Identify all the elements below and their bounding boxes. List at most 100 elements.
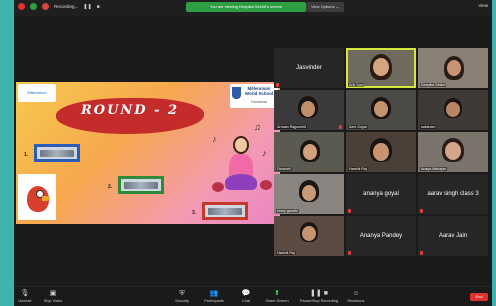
muted-icon [420,209,423,213]
muted-icon [276,83,279,87]
participant-name: Divanshi [276,167,292,171]
unmute-button[interactable]: 🎙 Unmute [16,289,34,303]
microphone-muted-icon: 🎙 [20,290,30,297]
participant-tile[interactable]: Jasvinder [274,48,344,88]
participant-name: Deepika Sekhri [420,83,447,87]
participant-tile[interactable]: Kriti Soni [346,48,416,88]
bird-beak [42,196,50,201]
reactions-button[interactable]: ☺ Reactions [344,289,368,303]
unmute-label: Unmute [18,299,32,303]
participant-name: shrey gandhi [276,209,299,213]
pause-recording-label: Pause/Stop Recording [300,299,338,303]
stop-icon[interactable]: ■ [97,4,100,10]
muted-icon [420,251,423,255]
shared-screen: Millennium Millennium World School Farid… [16,82,280,224]
flute-icon [208,207,242,215]
reactions-label: Reactions [347,299,365,303]
end-button[interactable]: End [470,293,488,301]
stop-video-button[interactable]: ▣ Stop Video [40,289,66,303]
question-image-3 [202,202,248,220]
participants-label: Participants [204,299,224,303]
girl-skirt [225,174,257,190]
question-number-1: 1. [24,152,29,158]
participant-face [302,185,316,201]
participant-face [374,101,388,117]
viewing-banner: You are viewing Deepika Sekhri's screen [186,2,306,12]
pause-recording-button[interactable]: ❚❚ ■ Pause/Stop Recording [296,289,342,303]
share-screen-label: Share Screen [265,299,289,303]
participant-name: Ananya Pandey [359,233,403,239]
music-note-icon: ♪ [212,134,217,144]
bottom-toolbar: 🎙 Unmute ▣ Stop Video ⛨ Security 👥 Parti… [14,286,492,306]
round-title: ROUND - 2 [80,103,180,118]
top-bar: Recording... ❚❚ ■ You are viewing Deepik… [14,0,492,16]
question-number-3: 3. [192,210,197,216]
share-screen-button[interactable]: ⬆ Share Screen [262,289,292,303]
pause-stop-icon: ❚❚ ■ [310,290,328,297]
question-image-1 [34,144,80,162]
participant-face [302,226,316,241]
zoom-window: Recording... ❚❚ ■ You are viewing Deepik… [14,0,492,306]
participant-tile[interactable]: Aarav Jain [418,216,488,256]
chat-label: Chat [241,299,251,303]
participant-name: Harshit Raj [348,167,368,171]
reactions-icon: ☺ [352,290,360,297]
participant-name: saksham [420,125,437,129]
chat-button[interactable]: 💬 Chat [238,289,254,303]
participants-button[interactable]: 👥 Participants [200,289,228,303]
participant-tile[interactable]: aarav singh class 3 [418,174,488,214]
participant-name: Anaya Mahajan [420,167,447,171]
participants-icon: 👥 [209,290,219,297]
participant-name: Azm Goyal [348,125,368,129]
school-name: Millennium World School [244,86,274,96]
participant-tile[interactable]: Harshit Raj [274,216,344,256]
participant-face [373,143,389,161]
small-bird-icon [260,180,272,190]
share-screen-icon: ⬆ [274,290,280,297]
security-button[interactable]: ⛨ Security [172,289,192,303]
bird-illustration [18,174,56,220]
muted-icon [339,125,342,129]
music-note-icon: ♫ [254,122,261,132]
participant-tile[interactable]: shrey gandhi [274,174,344,214]
participant-tile[interactable]: Ananya Pandey [346,216,416,256]
singing-girl-illustration [221,130,261,200]
participant-tile[interactable]: Harshit Raj [346,132,416,172]
flute-icon [124,181,158,189]
participant-face [446,102,460,117]
participant-tile[interactable]: Deepika Sekhri [418,48,488,88]
pause-icon[interactable]: ❚❚ [83,4,91,10]
participant-tile[interactable]: Azm Goyal [346,90,416,130]
top-left-controls: Recording... ❚❚ ■ [18,3,100,10]
chat-icon: 💬 [241,290,251,297]
participant-name: Arnaan Rajpurohit [276,125,307,129]
view-options-button[interactable]: View Options ⌄ [306,2,344,12]
music-note-icon: ♪ [262,148,267,158]
recording-label: Recording... [54,4,79,9]
stop-video-label: Stop Video [43,299,63,303]
participant-face [447,60,461,76]
participant-tile[interactable]: Divanshi [274,132,344,172]
participant-name: Harshit Raj [276,251,296,255]
participant-name: Kriti Soni [348,83,365,87]
recording-dot-icon [42,3,49,10]
shield-icon[interactable] [30,3,37,10]
participant-tile[interactable]: ananya goyal [346,174,416,214]
participant-tile[interactable]: Arnaan Rajpurohit [274,90,344,130]
participant-name: ananya goyal [363,191,399,197]
muted-icon [348,251,351,255]
small-bird-icon [212,182,224,192]
participant-tile[interactable]: Anaya Mahajan [418,132,488,172]
school-crest-icon [232,87,241,99]
view-button[interactable]: View [478,3,488,8]
question-image-2 [118,176,164,194]
school-city: Faridabad [251,100,267,104]
muted-icon [348,209,351,213]
participant-tile[interactable]: saksham [418,90,488,130]
participant-face [301,101,315,117]
close-dot-icon[interactable] [18,3,25,10]
participant-name: Aarav Jain [438,233,468,239]
flute-icon [40,149,74,157]
participant-name: aarav singh class 3 [427,191,479,197]
participant-name: Jasvinder [296,65,322,71]
